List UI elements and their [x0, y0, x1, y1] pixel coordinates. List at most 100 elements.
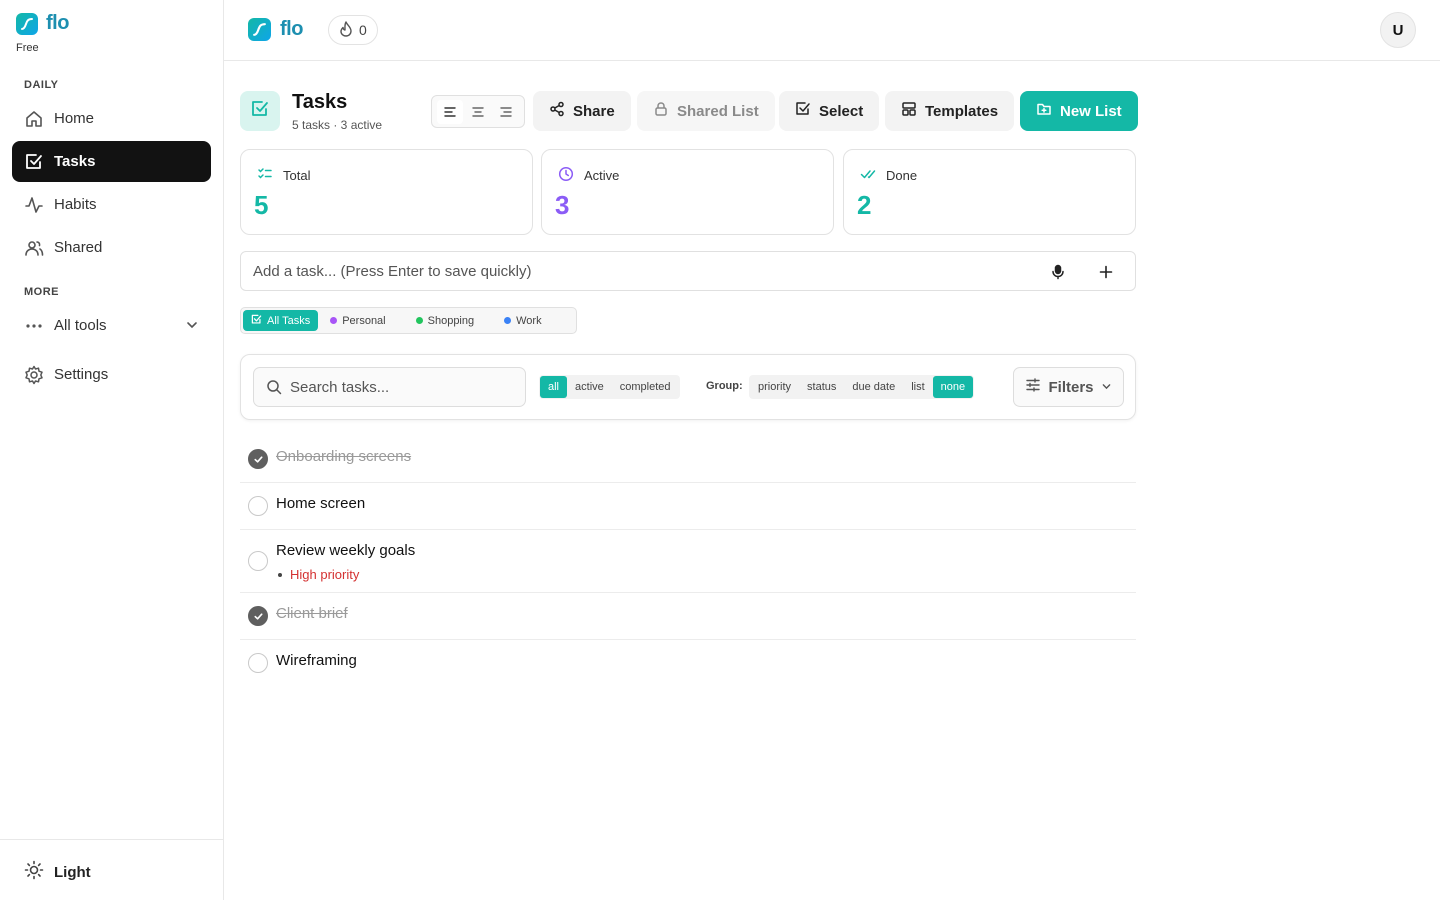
status-filter-all[interactable]: all [540, 376, 568, 398]
add-task-input[interactable] [253, 252, 1033, 290]
stat-value: 2 [857, 190, 872, 220]
group-by-list[interactable]: list [903, 376, 932, 398]
new-list-button[interactable]: New List [1020, 91, 1138, 131]
sidebar-item-label: All tools [54, 317, 107, 334]
align-center-icon[interactable] [465, 100, 491, 124]
task-priority: High priority [278, 567, 359, 582]
add-task-plus-icon[interactable] [1095, 261, 1117, 283]
home-icon [24, 109, 44, 129]
group-by-none[interactable]: none [932, 376, 974, 398]
search-icon [266, 379, 282, 400]
stat-label: Total [283, 168, 311, 183]
task-row[interactable]: Home screen [240, 483, 1136, 530]
avatar[interactable]: U [1380, 12, 1416, 48]
users-icon [24, 238, 44, 258]
priority-label: High priority [290, 567, 360, 582]
shared-list-label: Shared List [677, 102, 759, 120]
sidebar-item-label: Settings [54, 366, 109, 383]
filters-button[interactable]: Filters [1013, 367, 1124, 407]
topbar-brand[interactable]: flo [248, 18, 303, 41]
chevron-down-icon [1101, 379, 1112, 396]
group-by-priority[interactable]: priority [750, 376, 799, 398]
group-by-group: priority status due date list none [749, 375, 975, 399]
stat-card-total: Total 5 [240, 149, 533, 235]
tab-personal[interactable]: Personal [320, 310, 403, 331]
task-row[interactable]: Wireframing [240, 640, 1136, 686]
filters-label: Filters [1048, 378, 1094, 396]
checkbox-icon [24, 152, 44, 172]
select-button[interactable]: Select [779, 91, 880, 131]
tab-label: Personal [342, 314, 386, 327]
templates-label: Templates [925, 102, 999, 120]
share-label: Share [573, 102, 615, 120]
sidebar-item-label: Shared [54, 239, 103, 256]
brand-name: flo [280, 18, 303, 40]
tab-label: Work [516, 314, 542, 327]
sidebar-item-settings[interactable]: Settings [12, 354, 211, 395]
task-checkbox[interactable] [248, 551, 268, 571]
plan-label: Free [16, 42, 39, 54]
microphone-icon[interactable] [1047, 261, 1069, 283]
task-row[interactable]: Client brief [240, 593, 1136, 640]
section-label-daily: DAILY [24, 79, 59, 91]
sidebar: flo Free DAILY Home Tasks Habits Shared … [0, 0, 224, 900]
chevron-down-icon[interactable] [185, 318, 199, 336]
page-subtitle: 5 tasks · 3 active [292, 118, 383, 132]
group-label: Group: [706, 380, 743, 392]
share-button[interactable]: Share [533, 91, 631, 131]
task-title: Home screen [276, 495, 366, 512]
task-checkbox-checked[interactable] [248, 449, 268, 469]
filter-bar: all active completed Group: priority sta… [240, 354, 1136, 420]
shared-list-button[interactable]: Shared List [637, 91, 775, 131]
list-color-dot [330, 317, 338, 324]
tab-shopping[interactable]: Shopping [406, 310, 493, 331]
check-check-icon [860, 166, 876, 185]
task-row[interactable]: Onboarding screens [240, 436, 1136, 483]
sidebar-brand[interactable]: flo [16, 12, 69, 35]
task-row[interactable]: Review weekly goals High priority [240, 530, 1136, 593]
status-filter-active[interactable]: active [567, 376, 612, 398]
task-title: Onboarding screens [276, 448, 412, 465]
task-title: Review weekly goals [276, 542, 416, 559]
checkbox-icon [250, 99, 270, 124]
sidebar-item-tasks[interactable]: Tasks [12, 141, 211, 182]
checkbox-icon [795, 101, 811, 121]
sidebar-item-shared[interactable]: Shared [12, 227, 211, 268]
align-left-icon[interactable] [437, 99, 463, 124]
task-checkbox[interactable] [248, 653, 268, 673]
group-by-status[interactable]: status [799, 376, 844, 398]
sidebar-item-home[interactable]: Home [12, 98, 211, 139]
tab-all-tasks[interactable]: All Tasks [243, 310, 319, 331]
gear-icon [24, 365, 44, 385]
align-right-icon[interactable] [493, 100, 519, 124]
stat-label: Active [584, 168, 620, 183]
list-tabs: All Tasks Personal Shopping Work [240, 307, 577, 334]
share-icon [549, 101, 565, 121]
more-horizontal-icon [24, 316, 44, 336]
sidebar-footer: Light [0, 839, 223, 900]
tab-label: All Tasks [267, 314, 311, 327]
search-input[interactable] [290, 368, 520, 406]
status-filter-completed[interactable]: completed [612, 376, 679, 398]
sidebar-item-habits[interactable]: Habits [12, 184, 211, 225]
sidebar-item-label: Home [54, 110, 95, 127]
list-color-dot [504, 317, 512, 324]
folder-plus-icon [1036, 101, 1052, 121]
lock-icon [653, 101, 669, 121]
task-checkbox[interactable] [248, 496, 268, 516]
streak-badge[interactable]: 0 [328, 15, 378, 45]
sidebar-item-all-tools[interactable]: All tools [12, 305, 211, 346]
stat-label: Done [886, 168, 918, 183]
stat-value: 5 [254, 190, 269, 220]
sliders-icon [1025, 377, 1041, 397]
templates-button[interactable]: Templates [885, 91, 1015, 131]
list-checks-icon [257, 166, 273, 185]
task-checkbox-checked[interactable] [248, 606, 268, 626]
text-align-group [431, 95, 525, 128]
tab-work[interactable]: Work [494, 310, 551, 331]
group-by-due-date[interactable]: due date [844, 376, 903, 398]
status-filter-group: all active completed [539, 375, 680, 399]
topbar: flo 0 U [224, 0, 1440, 61]
page-title: Tasks [292, 91, 348, 113]
theme-toggle-button[interactable]: Light [24, 860, 91, 884]
